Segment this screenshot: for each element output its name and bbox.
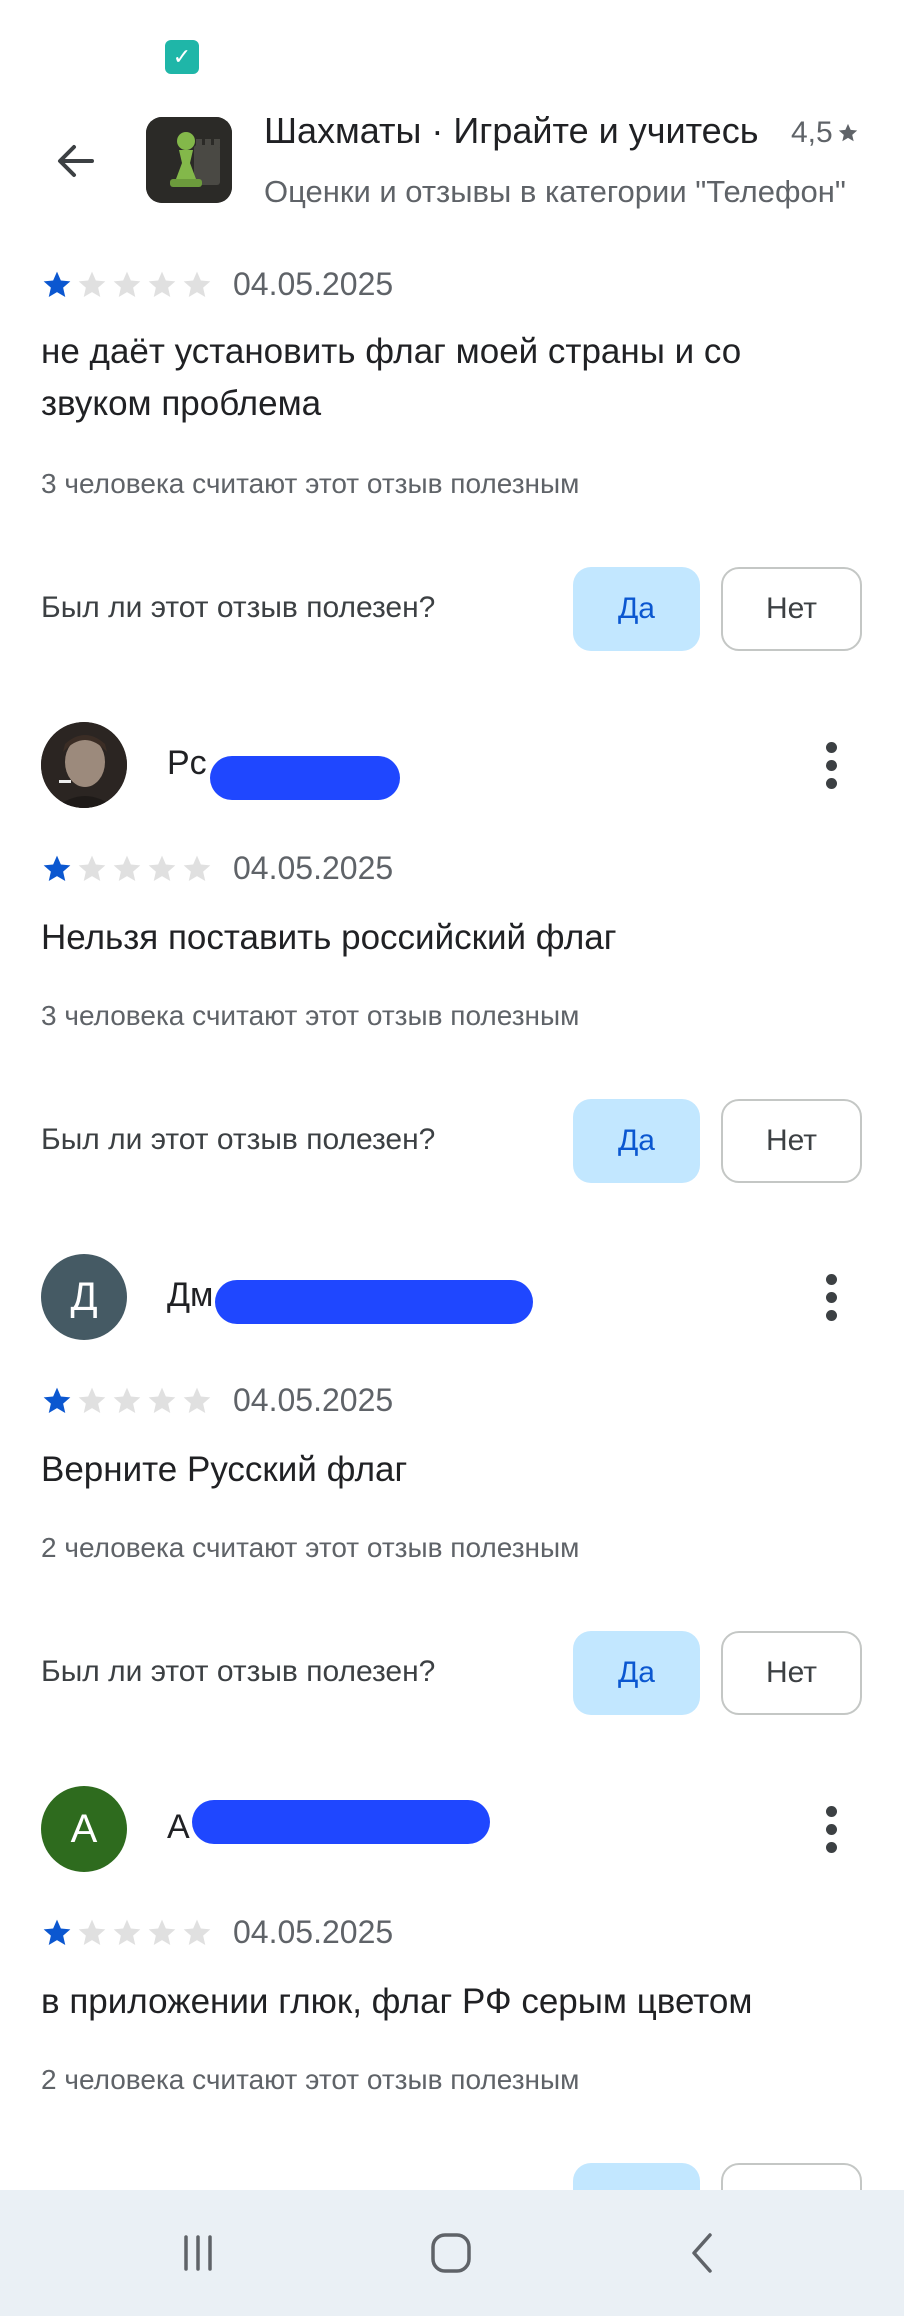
- home-button[interactable]: [416, 2218, 486, 2288]
- reviewer-row: А А: [0, 1786, 904, 1872]
- app-icon[interactable]: [146, 117, 232, 203]
- more-options-button[interactable]: [806, 1796, 856, 1862]
- review-text: Нельзя поставить российский флаг: [41, 918, 617, 957]
- rating-row: 04.05.2025: [41, 1382, 393, 1419]
- redaction-scribble: [215, 1280, 533, 1324]
- recent-apps-button[interactable]: [163, 2218, 233, 2288]
- review-date: 04.05.2025: [233, 266, 394, 302]
- rating-row: 04.05.2025: [41, 1914, 393, 1951]
- rating-row: 04.05.2025: [41, 266, 393, 303]
- reviewer-name: Дм: [167, 1276, 214, 1314]
- rating-stars: [41, 1917, 213, 1949]
- star-empty-icon: [113, 1387, 141, 1413]
- rating-stars: [41, 1385, 213, 1417]
- star-empty-icon: [148, 855, 176, 881]
- ratings-subtitle: Оценки и отзывы в категории "Телефон": [264, 174, 846, 209]
- helpful-yes-button[interactable]: Да: [573, 1099, 700, 1183]
- star-filled-icon: [43, 271, 71, 297]
- system-nav-bar: [0, 2190, 904, 2316]
- helpful-count: 2 человека считают этот отзыв полезным: [41, 2064, 580, 2095]
- app-rating-value: 4,5: [791, 116, 833, 149]
- back-button[interactable]: [40, 125, 112, 197]
- star-filled-icon: [43, 855, 71, 881]
- star-empty-icon: [183, 855, 211, 881]
- rating-stars: [41, 853, 213, 885]
- star-empty-icon: [113, 271, 141, 297]
- helpful-question: Был ли этот отзыв полезен?: [41, 1655, 436, 1688]
- rating-stars: [41, 269, 213, 301]
- star-empty-icon: [148, 1387, 176, 1413]
- profile-photo-icon: [41, 722, 127, 808]
- recent-apps-icon: [184, 2235, 212, 2271]
- rating-row: 04.05.2025: [41, 850, 393, 887]
- review-text: Верните Русский флаг: [41, 1450, 408, 1489]
- chess-pawn-icon: [146, 117, 232, 203]
- reviews-screen: ✓ Шахматы · Играйте и учитесь Оценки и о…: [0, 0, 904, 2316]
- review-date: 04.05.2025: [233, 850, 394, 886]
- star-empty-icon: [78, 271, 106, 297]
- helpful-count: 3 человека считают этот отзыв полезным: [41, 468, 580, 499]
- app-title: Шахматы · Играйте и учитесь: [264, 110, 759, 151]
- review-text: в приложении глюк, флаг РФ серым цветом: [41, 1982, 753, 2021]
- more-vert-icon: [825, 1273, 837, 1285]
- reviewer-name: А: [167, 1808, 190, 1846]
- star-icon: [838, 123, 857, 142]
- home-icon: [431, 2233, 471, 2273]
- review-date: 04.05.2025: [233, 1914, 394, 1950]
- star-empty-icon: [183, 1919, 211, 1945]
- star-empty-icon: [148, 271, 176, 297]
- star-empty-icon: [113, 855, 141, 881]
- app-rating: 4,5: [791, 116, 859, 150]
- helpful-count: 3 человека считают этот отзыв полезным: [41, 1000, 580, 1031]
- system-back-button[interactable]: [669, 2218, 739, 2288]
- redaction-scribble: [210, 756, 400, 800]
- avatar-letter: А: [70, 1806, 98, 1851]
- helpful-question: Был ли этот отзыв полезен?: [41, 1123, 436, 1156]
- star-empty-icon: [78, 1387, 106, 1413]
- more-options-button[interactable]: [806, 732, 856, 798]
- helpful-count: 2 человека считают этот отзыв полезным: [41, 1532, 580, 1563]
- helpful-question: Был ли этот отзыв полезен?: [41, 591, 436, 624]
- arrow-left-icon: [58, 145, 94, 177]
- star-empty-icon: [183, 271, 211, 297]
- helpful-no-button[interactable]: Нет: [721, 1631, 862, 1715]
- star-empty-icon: [113, 1919, 141, 1945]
- star-filled-icon: [43, 1387, 71, 1413]
- more-options-button[interactable]: [806, 1264, 856, 1330]
- reviewer-row: Pc: [0, 722, 904, 808]
- avatar: Д: [41, 1254, 127, 1340]
- star-empty-icon: [78, 1919, 106, 1945]
- back-chevron-icon: [692, 2233, 712, 2273]
- star-empty-icon: [183, 1387, 211, 1413]
- redaction-scribble: [192, 1800, 490, 1844]
- more-vert-icon: [825, 1805, 837, 1817]
- check-square-icon: ✓: [165, 40, 199, 74]
- avatar-letter: Д: [70, 1274, 98, 1319]
- review-text: не даёт установить флаг моей страны и со…: [41, 332, 742, 423]
- avatar: [41, 722, 127, 808]
- avatar: А: [41, 1786, 127, 1872]
- helpful-yes-button[interactable]: Да: [573, 567, 700, 651]
- star-empty-icon: [148, 1919, 176, 1945]
- more-vert-icon: [825, 741, 837, 753]
- star-filled-icon: [43, 1919, 71, 1945]
- star-empty-icon: [78, 855, 106, 881]
- helpful-no-button[interactable]: Нет: [721, 567, 862, 651]
- reviewer-name: Pc: [167, 744, 207, 782]
- reviewer-row: Д Дм: [0, 1254, 904, 1340]
- helpful-yes-button[interactable]: Да: [573, 1631, 700, 1715]
- review-date: 04.05.2025: [233, 1382, 394, 1418]
- helpful-no-button[interactable]: Нет: [721, 1099, 862, 1183]
